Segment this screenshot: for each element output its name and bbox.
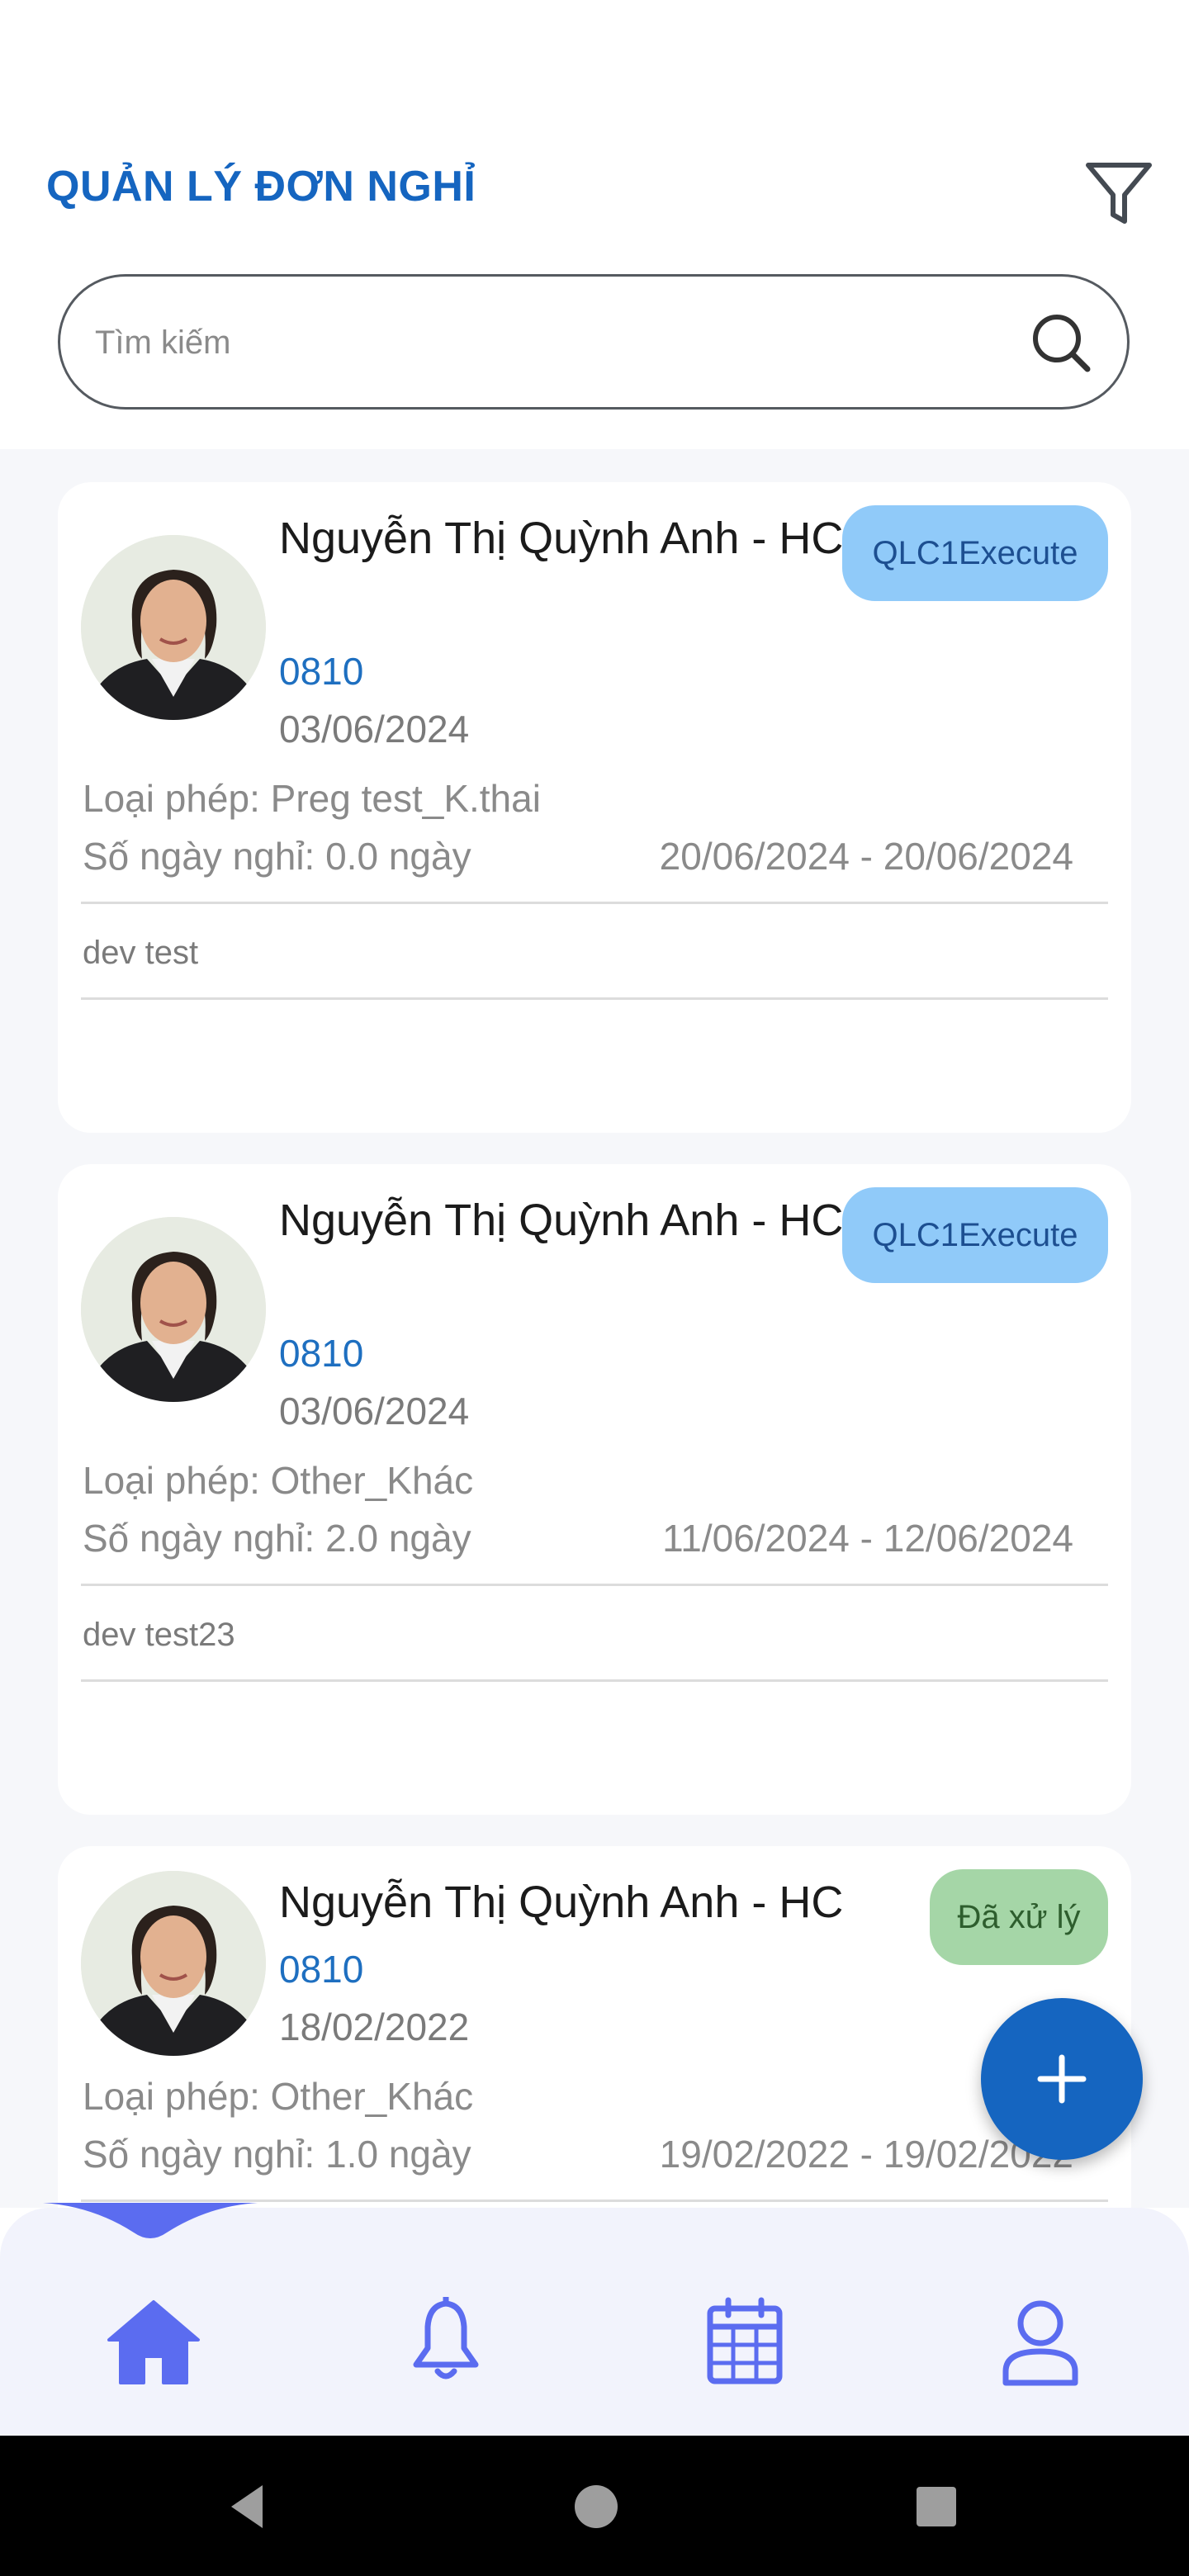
request-date: 18/02/2022: [279, 2005, 470, 2048]
avatar: [81, 535, 266, 720]
page-title: QUẢN LÝ ĐƠN NGHỈ: [46, 163, 476, 211]
plus-icon: [1037, 2054, 1087, 2104]
divider: [81, 2200, 1108, 2202]
recents-icon: [917, 2487, 956, 2526]
avatar: [81, 1871, 266, 2056]
leave-days: Số ngày nghỉ: 0.0 ngày: [83, 835, 471, 878]
system-recents-button[interactable]: [910, 2480, 963, 2533]
request-card[interactable]: Nguyễn Thị Quỳnh Anh - HC QLC1Execute 08…: [58, 482, 1131, 1133]
filter-button[interactable]: [1083, 159, 1154, 230]
employee-code: 0810: [279, 650, 364, 693]
nav-notifications[interactable]: [396, 2294, 495, 2388]
request-note: dev test: [83, 935, 199, 971]
request-card[interactable]: Nguyễn Thị Quỳnh Anh - HC Đã xử lý 0810 …: [58, 1846, 1131, 2208]
avatar: [81, 1217, 266, 1402]
nav-profile[interactable]: [991, 2297, 1090, 2388]
home-icon: [107, 2300, 200, 2384]
leave-type: Loại phép: Other_Khác: [83, 1459, 474, 1502]
employee-name: Nguyễn Thị Quỳnh Anh - HC: [279, 1196, 844, 1245]
leave-days: Số ngày nghỉ: 2.0 ngày: [83, 1517, 471, 1560]
calendar-icon: [707, 2297, 783, 2384]
divider: [81, 1584, 1108, 1586]
app-header: QUẢN LÝ ĐƠN NGHỈ: [0, 0, 1189, 449]
system-back-button[interactable]: [221, 2480, 274, 2533]
filter-icon: [1086, 163, 1152, 224]
request-date: 03/06/2024: [279, 708, 470, 751]
add-request-button[interactable]: [981, 1998, 1143, 2160]
user-icon: [1002, 2300, 1078, 2386]
home-circle-icon: [575, 2485, 618, 2528]
status-badge: QLC1Execute: [842, 1187, 1108, 1283]
leave-type: Loại phép: Preg test_K.thai: [83, 777, 541, 820]
divider: [81, 1679, 1108, 1682]
request-list: Nguyễn Thị Quỳnh Anh - HC QLC1Execute 08…: [0, 449, 1189, 2208]
divider: [81, 997, 1108, 1000]
bell-icon: [413, 2294, 479, 2379]
search-icon: [1033, 315, 1091, 372]
request-date: 03/06/2024: [279, 1390, 470, 1432]
request-card[interactable]: Nguyễn Thị Quỳnh Anh - HC QLC1Execute 08…: [58, 1164, 1131, 1815]
employee-code: 0810: [279, 1948, 364, 1991]
search-input[interactable]: [93, 277, 1005, 409]
status-badge: QLC1Execute: [842, 505, 1108, 601]
leave-type: Loại phép: Other_Khác: [83, 2075, 474, 2118]
employee-name: Nguyễn Thị Quỳnh Anh - HC: [279, 1878, 844, 1927]
divider: [81, 902, 1108, 904]
status-badge: Đã xử lý: [930, 1869, 1108, 1965]
employee-code: 0810: [279, 1332, 364, 1375]
nav-calendar[interactable]: [695, 2297, 794, 2388]
employee-name: Nguyễn Thị Quỳnh Anh - HC: [279, 514, 844, 563]
nav-home[interactable]: [104, 2297, 203, 2388]
system-home-button[interactable]: [570, 2480, 623, 2533]
search-bar: [58, 274, 1130, 410]
search-button[interactable]: [1030, 311, 1092, 374]
back-icon: [231, 2485, 263, 2528]
leave-range: 11/06/2024 - 12/06/2024: [662, 1517, 1073, 1560]
leave-range: 20/06/2024 - 20/06/2024: [659, 835, 1073, 878]
request-note: dev test23: [83, 1617, 235, 1653]
leave-days: Số ngày nghỉ: 1.0 ngày: [83, 2133, 471, 2176]
active-tab-indicator: [43, 2203, 258, 2238]
